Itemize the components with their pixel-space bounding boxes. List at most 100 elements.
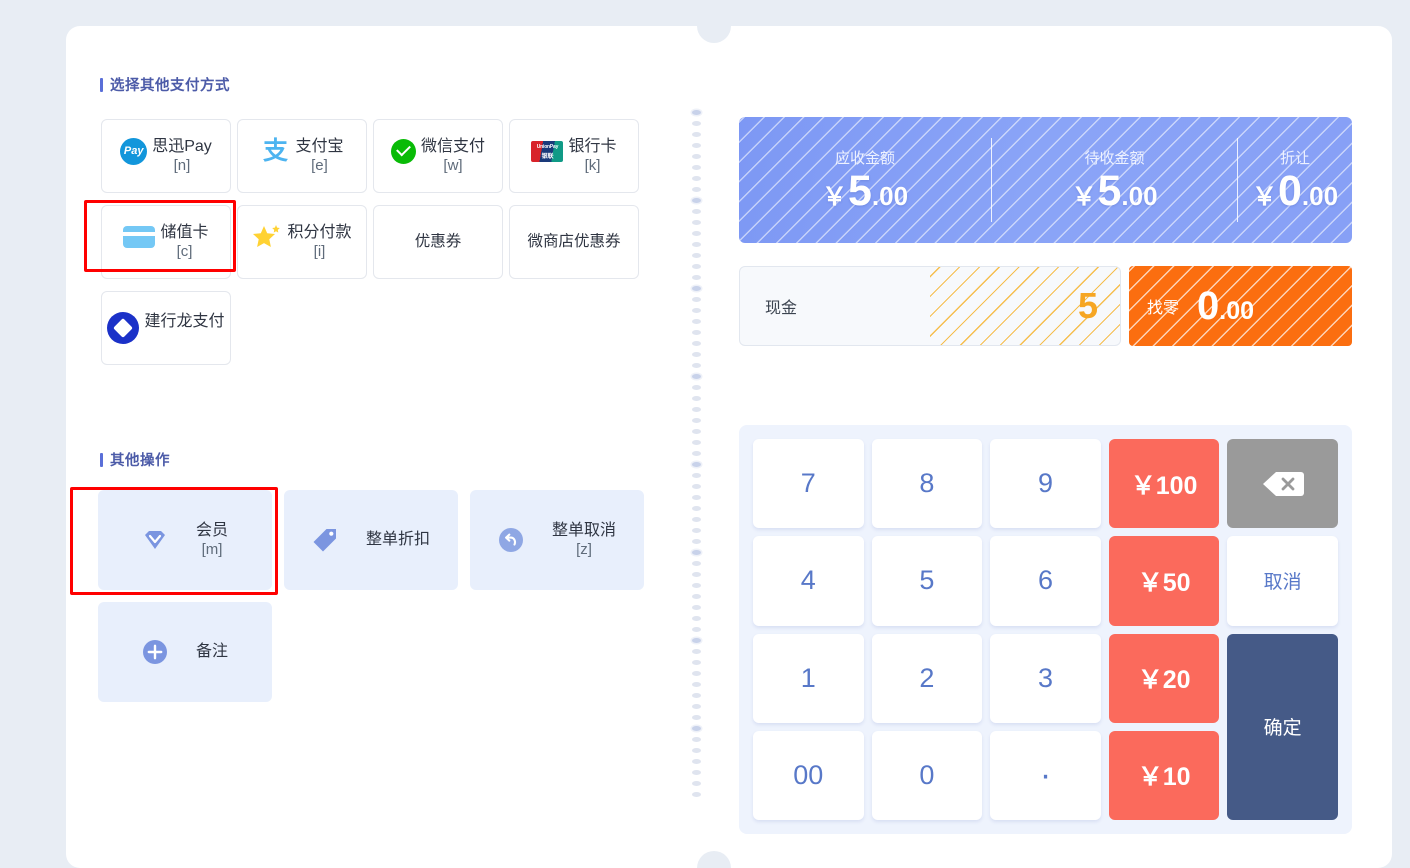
- keypad-key-2[interactable]: 2: [872, 634, 983, 723]
- payment-method-label: 建行龙支付: [144, 312, 224, 332]
- undo-arrow-icon: [498, 527, 524, 553]
- payment-method-6[interactable]: 积分付款[i]: [237, 205, 367, 279]
- keypad-key-label: 8: [919, 468, 934, 499]
- other-operation-2[interactable]: 整单折扣: [284, 490, 458, 590]
- divider-dot: [692, 242, 701, 247]
- divider-dot: [692, 341, 701, 346]
- divider-dot: [692, 154, 701, 159]
- other-operation-3[interactable]: 整单取消[z]: [470, 490, 644, 590]
- payment-method-shortcut: [i]: [314, 243, 326, 261]
- other-operations-heading-text: 其他操作: [110, 449, 170, 470]
- keypad-key-￥10[interactable]: ￥10: [1109, 731, 1220, 820]
- divider-dot: [692, 759, 701, 764]
- divider-dot: [692, 792, 701, 797]
- divider-dot: [692, 363, 701, 368]
- other-operation-1[interactable]: 会员[m]: [98, 490, 272, 590]
- divider-dot: [692, 319, 701, 324]
- ccb-long-pay-icon: [107, 312, 139, 344]
- payment-method-1[interactable]: Pay思迅Pay[n]: [101, 119, 231, 193]
- keypad-key-label: 0: [919, 760, 934, 791]
- keypad-key-5[interactable]: 5: [872, 536, 983, 625]
- payment-method-4[interactable]: UnionPay银联银行卡[k]: [509, 119, 639, 193]
- payment-method-text: 银行卡[k]: [568, 137, 616, 176]
- payment-method-text: 思迅Pay[n]: [152, 137, 212, 176]
- payment-method-5[interactable]: 储值卡[c]: [101, 205, 231, 279]
- unionpay-icon: UnionPay银联: [531, 141, 563, 162]
- keypad-key-label: 6: [1038, 565, 1053, 596]
- divider-dot: [692, 473, 701, 478]
- keypad-key-label: 4: [801, 565, 816, 596]
- divider-dot: [692, 506, 701, 511]
- amount-decimal: .00: [872, 181, 908, 212]
- divider-dot: [692, 572, 701, 577]
- payment-method-8[interactable]: 微商店优惠券: [509, 205, 639, 279]
- amount-column-2: 待收金额￥5.00: [992, 117, 1237, 243]
- keypad-key-00[interactable]: 00: [753, 731, 864, 820]
- plus-circle-icon: [142, 639, 168, 665]
- divider-dot: [692, 605, 701, 610]
- payment-method-content: 支支付宝[e]: [260, 137, 343, 176]
- cash-amount-field[interactable]: 现金 5: [739, 266, 1121, 346]
- keypad-key-9[interactable]: 9: [990, 439, 1101, 528]
- keypad-key-4[interactable]: 4: [753, 536, 864, 625]
- keypad-key-·[interactable]: ·: [990, 731, 1101, 820]
- divider-dot: [692, 528, 701, 533]
- payment-method-text: 储值卡[c]: [160, 223, 208, 262]
- keypad-key-label: ￥20: [1138, 660, 1191, 696]
- currency-symbol: ￥: [822, 177, 847, 213]
- payment-method-text: 支付宝[e]: [295, 137, 343, 176]
- payment-methods-heading-text: 选择其他支付方式: [110, 74, 230, 95]
- discount-tag-icon: [312, 527, 338, 553]
- payment-method-label: 储值卡: [160, 223, 208, 243]
- keypad-key-label: 9: [1038, 468, 1053, 499]
- payment-method-7[interactable]: 优惠券: [373, 205, 503, 279]
- payment-method-shortcut: [c]: [177, 243, 193, 261]
- stored-value-card-icon: [123, 226, 155, 248]
- backspace-button[interactable]: [1227, 439, 1338, 528]
- divider-dot: [692, 616, 701, 621]
- payment-method-content: 微商店优惠券: [527, 233, 620, 252]
- divider-dot: [692, 418, 701, 423]
- currency-symbol: ￥: [1252, 177, 1277, 213]
- divider-dot: [692, 264, 701, 269]
- change-value-dec: .00: [1219, 297, 1254, 326]
- keypad-grid: 789￥100456￥50取消123￥20确定000·￥10: [753, 439, 1338, 820]
- keypad-key-确定[interactable]: 确定: [1227, 634, 1338, 821]
- payment-method-3[interactable]: 微信支付[w]: [373, 119, 503, 193]
- amount-summary-panel: 应收金额￥5.00待收金额￥5.00折让￥0.00: [739, 117, 1352, 243]
- other-operation-label: 整单折扣: [366, 530, 430, 550]
- other-operation-shortcut: [z]: [576, 541, 592, 560]
- amount-integer: 5: [1097, 170, 1121, 213]
- keypad-key-label: 1: [801, 663, 816, 694]
- keypad-key-label: 7: [801, 468, 816, 499]
- keypad-key-3[interactable]: 3: [990, 634, 1101, 723]
- payment-method-label: 积分付款: [287, 223, 351, 243]
- amount-decimal: .00: [1302, 181, 1338, 212]
- keypad-key-6[interactable]: 6: [990, 536, 1101, 625]
- keypad-key-取消[interactable]: 取消: [1227, 536, 1338, 625]
- keypad-key-1[interactable]: 1: [753, 634, 864, 723]
- payment-method-2[interactable]: 支支付宝[e]: [237, 119, 367, 193]
- other-operation-text: 会员[m]: [196, 521, 228, 560]
- divider-dot: [692, 550, 701, 555]
- payment-method-label: 支付宝: [295, 137, 343, 157]
- divider-dot: [692, 253, 701, 258]
- payment-method-text: 微信支付[w]: [421, 137, 485, 176]
- keypad-key-0[interactable]: 0: [872, 731, 983, 820]
- payment-method-9[interactable]: 建行龙支付: [101, 291, 231, 365]
- amount-column-1: 应收金额￥5.00: [739, 117, 991, 243]
- keypad-key-label: 3: [1038, 663, 1053, 694]
- keypad-key-7[interactable]: 7: [753, 439, 864, 528]
- keypad-key-￥100[interactable]: ￥100: [1109, 439, 1220, 528]
- divider-dot: [692, 330, 701, 335]
- keypad-key-￥50[interactable]: ￥50: [1109, 536, 1220, 625]
- keypad-key-￥20[interactable]: ￥20: [1109, 634, 1220, 723]
- keypad-key-label: 5: [919, 565, 934, 596]
- divider-dot: [692, 187, 701, 192]
- keypad-key-8[interactable]: 8: [872, 439, 983, 528]
- divider-dot: [692, 561, 701, 566]
- payment-method-text: 微商店优惠券: [527, 233, 620, 252]
- payment-method-content: 建行龙支付: [107, 312, 224, 344]
- divider-dot: [692, 451, 701, 456]
- other-operation-4[interactable]: 备注: [98, 602, 272, 702]
